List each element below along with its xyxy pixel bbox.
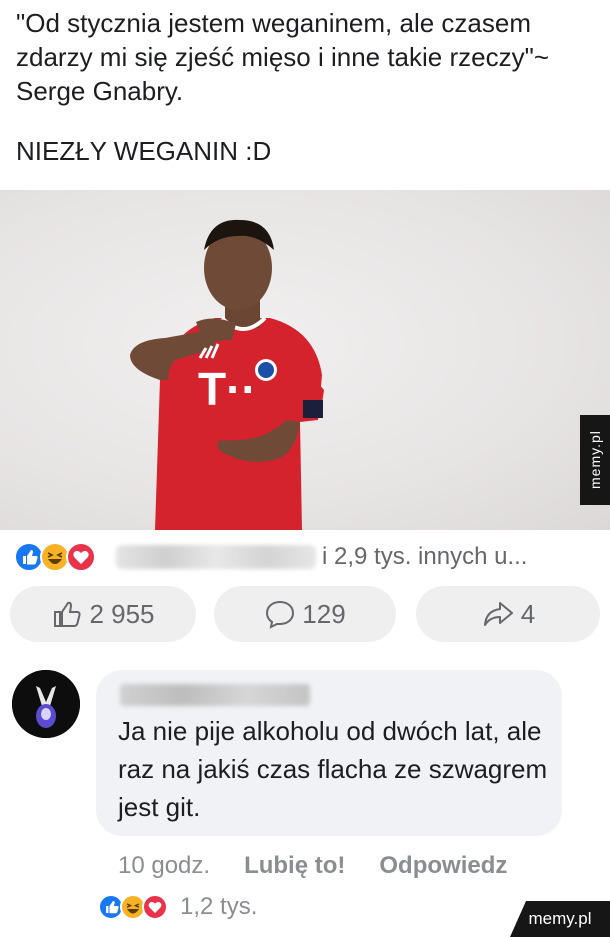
love-reaction-icon <box>142 894 168 920</box>
comment-reactions[interactable]: 1,2 tys. <box>98 893 257 921</box>
blurred-names <box>116 545 316 569</box>
comment-count: 129 <box>302 598 346 629</box>
comment-like-link[interactable]: Lubię to! <box>244 852 345 880</box>
corner-watermark: memy.pl <box>510 901 610 937</box>
share-button[interactable]: 4 <box>416 586 600 642</box>
reaction-icons <box>14 542 96 572</box>
share-count: 4 <box>520 598 536 629</box>
player-illustration: T·· <box>130 219 324 530</box>
like-count: 2 955 <box>89 598 155 629</box>
comment-reply-link[interactable]: Odpowiedz <box>379 852 507 880</box>
shirt-sponsor-logo: T·· <box>198 363 257 415</box>
like-button[interactable]: 2 955 <box>10 586 196 642</box>
post-quote: "Od stycznia jestem weganinem, ale czase… <box>16 8 550 106</box>
reactions-summary[interactable]: i 2,9 tys. innych u... <box>14 537 604 577</box>
thumbs-up-icon <box>51 598 83 630</box>
comment-reaction-count: 1,2 tys. <box>180 893 258 920</box>
post-caption: NIEZŁY WEGANIN :D <box>16 136 272 166</box>
blurred-comment-author[interactable] <box>120 684 310 706</box>
post-photo[interactable]: T·· <box>0 190 610 530</box>
share-icon <box>481 598 515 630</box>
side-watermark: memy.pl <box>580 415 610 505</box>
post-text: "Od stycznia jestem weganinem, ale czase… <box>16 6 596 168</box>
avatar[interactable] <box>12 670 80 738</box>
love-reaction-icon <box>66 542 96 572</box>
comment-button[interactable]: 129 <box>214 586 396 642</box>
comment-timestamp[interactable]: 10 godz. <box>118 852 210 880</box>
avatar-image <box>12 670 80 738</box>
comment-bubble: Ja nie pije alkoholu od dwóch lat, ale r… <box>96 670 562 836</box>
comment-actions: 10 godz. Lubię to! Odpowiedz <box>118 852 541 880</box>
reactions-summary-text[interactable]: i 2,9 tys. innych u... <box>322 543 527 571</box>
comment-text: Ja nie pije alkoholu od dwóch lat, ale r… <box>118 716 548 822</box>
comment-icon <box>264 598 296 630</box>
